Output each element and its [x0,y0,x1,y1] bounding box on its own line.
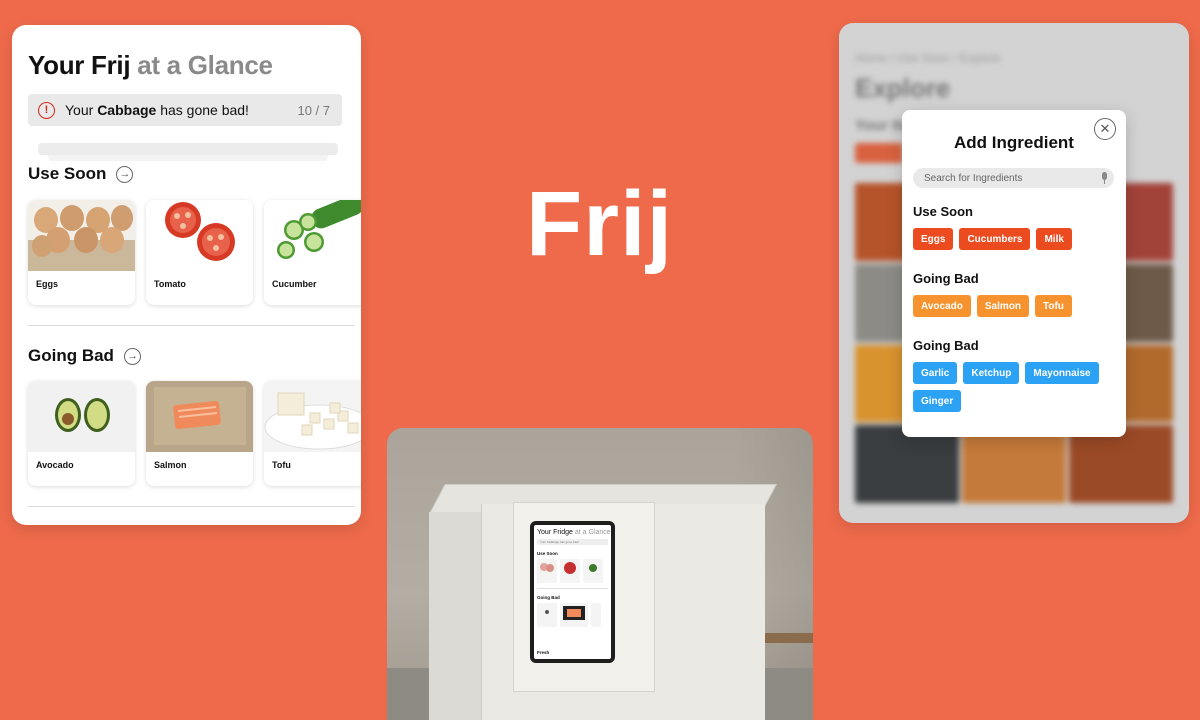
tablet: Your Fridge at a Glance Your Cabbage has… [530,521,615,663]
tag-group-going-bad: Avocado Salmon Tofu [913,295,1123,317]
ingredient-tag[interactable]: Mayonnaise [1025,362,1099,384]
cucumber-image [264,200,361,271]
tablet-section-use-soon: Use Soon [537,551,558,556]
section-use-soon[interactable]: Use Soon → [28,164,134,184]
alert-item: Cabbage [97,102,157,118]
ingredient-tag[interactable]: Tofu [1035,295,1072,317]
microphone-icon[interactable] [1100,172,1108,184]
add-ingredient-modal: Add Ingredient ✕ Use Soon Eggs Cucumbers… [902,110,1126,437]
food-name: Tomato [154,279,186,289]
arrow-right-circle-icon[interactable]: → [123,347,141,365]
food-card-eggs[interactable]: Eggs [28,200,135,305]
tablet-thumb [537,559,557,583]
ingredient-tag[interactable]: Ginger [913,390,962,412]
section-divider [28,325,355,326]
tablet-title: Your Fridge at a Glance [537,529,611,536]
search-input[interactable] [924,172,1100,184]
filter-pill [855,143,903,163]
glance-card: Your Frij at a Glance ! Your Cabbage has… [12,25,361,525]
tablet-section-going-bad: Going Bad [537,595,560,600]
ingredient-tag[interactable]: Garlic [913,362,958,384]
tag-group-use-soon: Eggs Cucumbers Milk [913,228,1123,250]
avocado-image [28,381,135,452]
going-bad-row: Avocado Salmon Tofu [28,381,361,486]
tablet-thumb [560,603,588,627]
alert-count: 10 / 7 [297,102,330,118]
tablet-thumb [591,603,601,627]
ingredient-tag[interactable]: Cucumbers [959,228,1031,250]
arrow-right-circle-icon[interactable]: → [116,165,134,183]
tablet-screen: Your Fridge at a Glance Your Cabbage has… [534,525,611,659]
food-name: Salmon [154,460,187,470]
section-title: Going Bad [28,346,114,365]
ingredient-tag[interactable]: Salmon [976,295,1029,317]
tablet-thumb [537,603,557,627]
ingredient-tag[interactable]: Avocado [913,295,971,317]
tablet-row [537,603,608,627]
food-card-cucumber[interactable]: Cucumber [264,200,361,305]
breadcrumb: Home / Use Soon / Explore [855,51,1001,65]
food-card-tofu[interactable]: Tofu [264,381,361,486]
alert-circle-icon: ! [38,101,55,119]
food-name: Eggs [36,279,59,289]
tag-group-other: Garlic Ketchup Mayonnaise Ginger [913,362,1123,412]
tablet-section-fresh: Fresh [537,650,550,655]
tomato-image [146,200,253,271]
glance-title-main: Your Frij [28,50,131,80]
group-title: Going Bad [913,271,979,286]
section-going-bad[interactable]: Going Bad → [28,346,141,366]
brand-wordmark: Frij [526,173,674,275]
tablet-thumb [560,559,580,583]
tablet-alert: Your Cabbage has gone bad! [537,539,608,545]
ingredient-search[interactable] [913,168,1114,188]
section-divider [28,506,355,507]
spoiled-alert[interactable]: ! Your Cabbage has gone bad! 10 / 7 [28,94,342,126]
alert-stack-shadow [38,143,338,155]
section-title: Use Soon [28,164,107,183]
eggs-image [28,200,135,271]
group-title: Going Bad [913,338,979,353]
salmon-image [146,381,253,452]
food-name: Cucumber [272,279,317,289]
tofu-image [264,381,361,452]
food-card-tomato[interactable]: Tomato [146,200,253,305]
use-soon-row: Eggs Tomato Cucumber [28,200,361,305]
explore-title: Explore [855,73,951,103]
food-name: Tofu [272,460,291,470]
alert-text: Your Cabbage has gone bad! [65,102,249,118]
food-name: Avocado [36,460,74,470]
close-circle-icon[interactable]: ✕ [1094,118,1116,140]
modal-title: Add Ingredient [954,133,1074,152]
glance-title-muted: at a Glance [137,50,273,80]
tablet-divider [537,588,608,589]
glance-title: Your Frij at a Glance [28,50,273,81]
fridge-photo: Your Fridge at a Glance Your Cabbage has… [387,428,813,720]
ingredient-tag[interactable]: Ketchup [963,362,1020,384]
ingredient-tag[interactable]: Eggs [913,228,954,250]
tablet-thumb [583,559,603,583]
food-card-avocado[interactable]: Avocado [28,381,135,486]
food-card-salmon[interactable]: Salmon [146,381,253,486]
tablet-row [537,559,608,583]
group-title: Use Soon [913,204,973,219]
ingredient-tag[interactable]: Milk [1036,228,1072,250]
